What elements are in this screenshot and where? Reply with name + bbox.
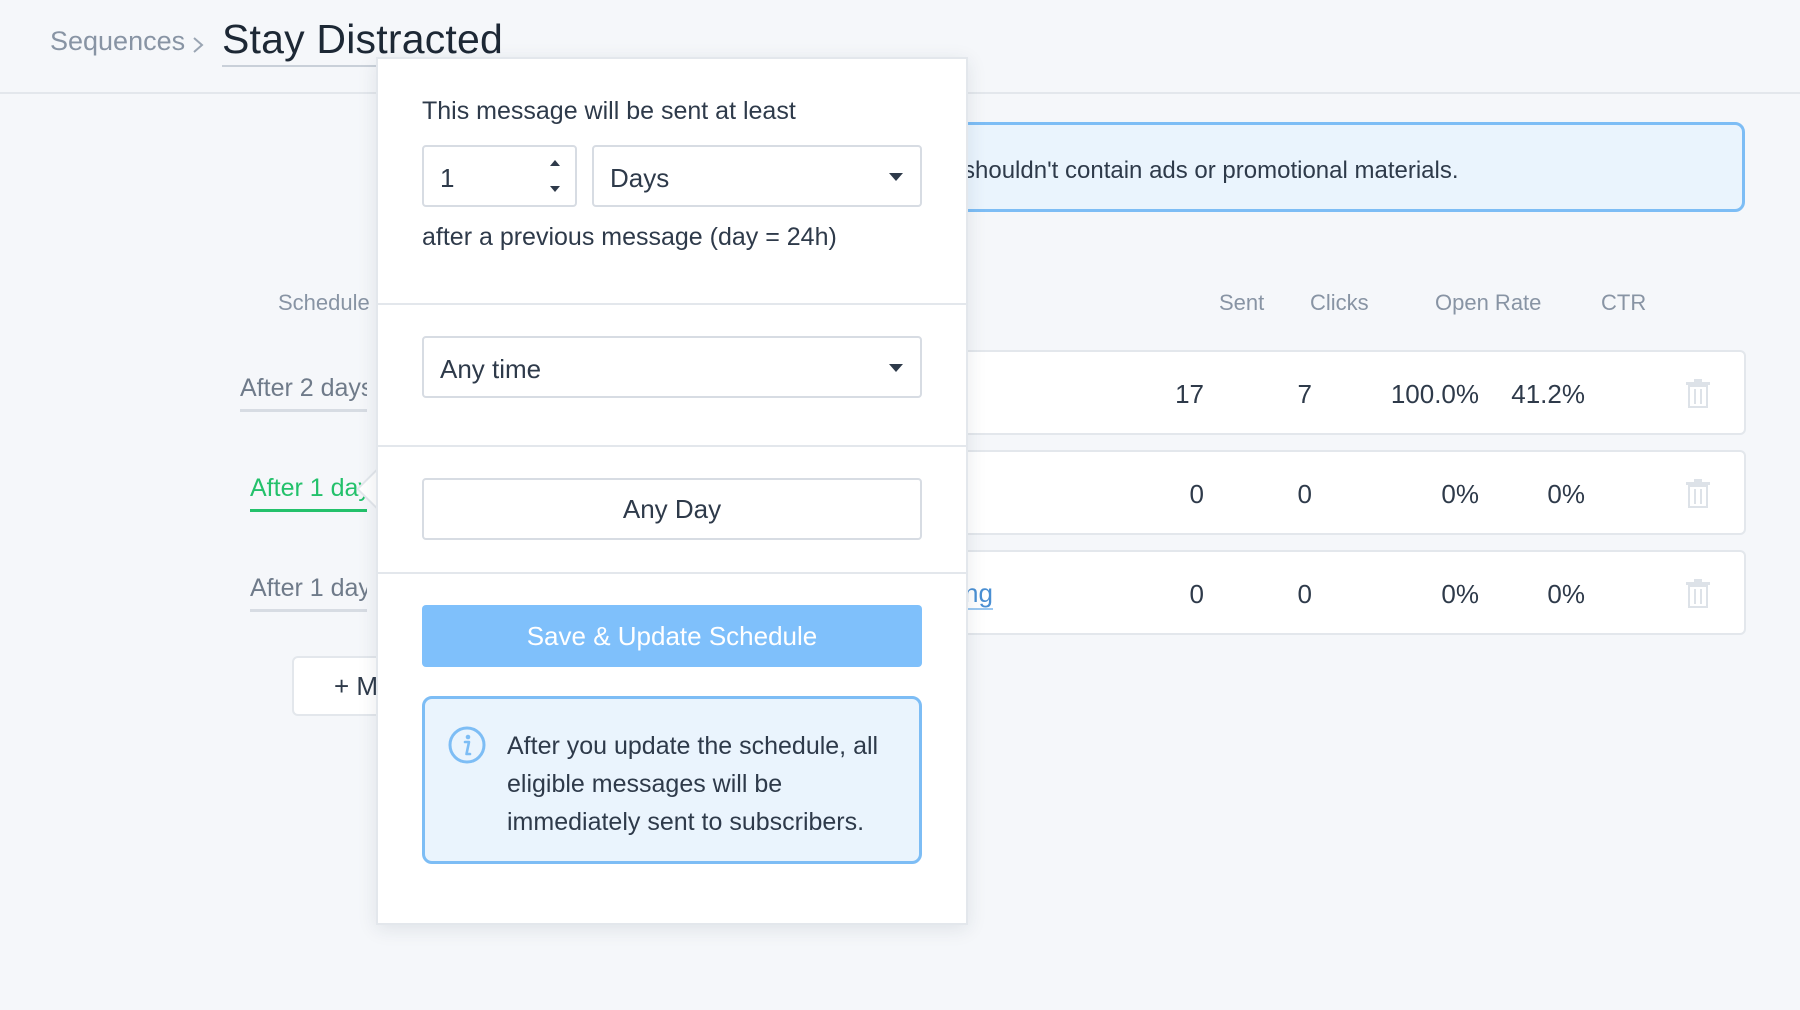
open-rate-value: 0% — [1441, 579, 1479, 609]
delay-unit-select[interactable]: Days — [592, 145, 922, 207]
sent-value: 0 — [1189, 479, 1204, 509]
trash-icon[interactable] — [1685, 378, 1711, 408]
section-divider — [378, 445, 966, 447]
table-row: ng 0 0 0% 0% — [940, 550, 1746, 635]
table-row: 17 7 100.0% 41.2% — [940, 350, 1746, 435]
column-header-open-rate: Open Rate — [1435, 290, 1542, 315]
trash-icon[interactable] — [1685, 578, 1711, 608]
column-header-ctr: CTR — [1601, 290, 1647, 315]
caret-down-icon — [889, 364, 903, 372]
sent-value: 0 — [1189, 579, 1204, 609]
any-day-button[interactable]: Any Day — [422, 478, 922, 540]
notice-text: e shouldn't contain ads or promotional m… — [943, 157, 1459, 184]
schedule-link-row-3[interactable]: After 1 day — [250, 574, 367, 612]
column-header-schedule: Schedule — [278, 290, 370, 315]
info-icon — [448, 726, 486, 764]
table-row: 0 0 0% 0% — [940, 450, 1746, 535]
save-update-schedule-button[interactable]: Save & Update Schedule — [422, 605, 922, 667]
time-select-value: Any time — [440, 354, 542, 384]
message-title-link[interactable]: ng — [964, 580, 993, 610]
ctr-value: 41.2% — [1511, 379, 1585, 409]
open-rate-value: 0% — [1441, 479, 1479, 509]
ctr-value: 0% — [1547, 579, 1585, 609]
clicks-value: 0 — [1297, 479, 1312, 509]
clicks-value: 0 — [1297, 579, 1312, 609]
time-select[interactable]: Any time — [422, 336, 922, 398]
caret-down-icon — [889, 173, 903, 181]
stepper-icon[interactable] — [547, 153, 563, 199]
schedule-link-row-1[interactable]: After 2 days — [240, 374, 367, 412]
column-header-sent: Sent — [1219, 290, 1265, 315]
delay-unit-value: Days — [610, 163, 670, 193]
column-header-clicks: Clicks — [1310, 290, 1369, 315]
notice-banner: e shouldn't contain ads or promotional m… — [920, 122, 1745, 212]
schedule-popover: This message will be sent at least 1 Day… — [376, 57, 968, 925]
delay-amount-value: 1 — [440, 163, 455, 193]
open-rate-value: 100.0% — [1390, 379, 1479, 409]
schedule-link-row-2[interactable]: After 1 day — [250, 474, 367, 512]
breadcrumb-sequences[interactable]: Sequences — [50, 26, 185, 57]
chevron-right-icon — [193, 37, 204, 53]
section-divider — [378, 572, 966, 574]
trash-icon[interactable] — [1685, 478, 1711, 508]
clicks-value: 7 — [1297, 379, 1312, 409]
schedule-info-text: After you update the schedule, all eligi… — [507, 732, 879, 836]
delay-suffix-label: after a previous message (day = 24h) — [422, 223, 837, 251]
delay-intro-label: This message will be sent at least — [422, 97, 796, 125]
sent-value: 17 — [1175, 379, 1204, 409]
schedule-info-box: After you update the schedule, all eligi… — [422, 696, 922, 864]
ctr-value: 0% — [1547, 479, 1585, 509]
delay-amount-input[interactable]: 1 — [422, 145, 577, 207]
section-divider — [378, 303, 966, 305]
